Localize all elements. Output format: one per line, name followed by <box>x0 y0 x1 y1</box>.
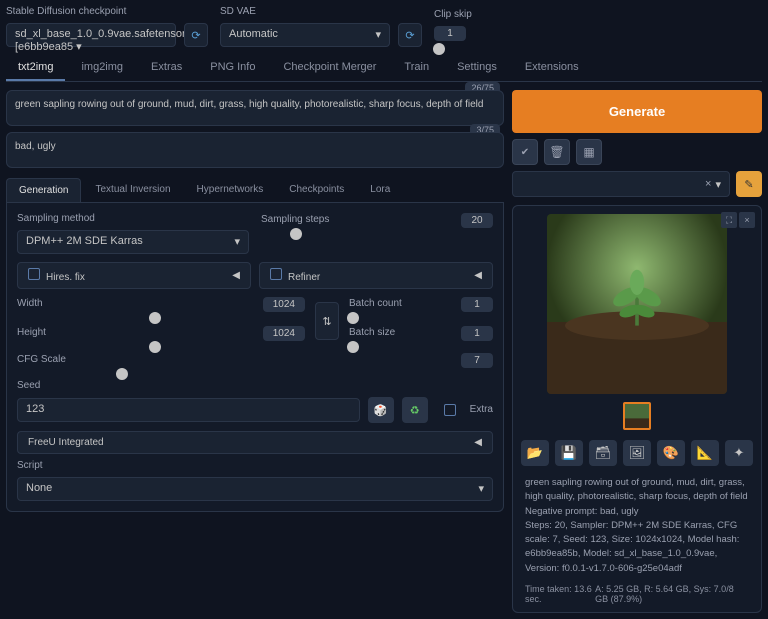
hires-fix-toggle[interactable]: Hires. fix◀ <box>17 262 251 289</box>
batch-size-value: 1 <box>461 326 493 341</box>
sampling-steps-label: Sampling steps <box>261 214 329 225</box>
zip-button[interactable]: 🗃 <box>589 440 617 466</box>
subtab-lora[interactable]: Lora <box>358 178 402 202</box>
chevron-left-icon: ◀ <box>232 270 240 281</box>
arrow-button[interactable]: ✔ <box>512 139 538 165</box>
fullscreen-icon[interactable]: ⛶ <box>721 212 737 228</box>
sampling-steps-value: 20 <box>461 213 493 228</box>
subtab-hypernetworks[interactable]: Hypernetworks <box>185 178 276 202</box>
cfg-value: 7 <box>461 353 493 368</box>
subtab-checkpoints[interactable]: Checkpoints <box>277 178 356 202</box>
sampling-method-select[interactable]: DPM++ 2M SDE Karras▾ <box>17 230 249 254</box>
seed-extra-checkbox[interactable] <box>444 404 456 416</box>
script-label: Script <box>17 460 493 471</box>
tab-pnginfo[interactable]: PNG Info <box>198 55 267 81</box>
chevron-left-icon: ◀ <box>474 437 482 448</box>
main-tabs: txt2img img2img Extras PNG Info Checkpoi… <box>6 55 762 82</box>
close-icon[interactable]: × <box>739 212 755 228</box>
subtab-generation[interactable]: Generation <box>6 178 81 202</box>
styles-select[interactable]: ×▾ <box>512 171 730 197</box>
send-extras-button[interactable]: 📐 <box>691 440 719 466</box>
clip-skip-value: 1 <box>434 26 466 41</box>
neg-prompt-input[interactable]: bad, ugly <box>6 132 504 168</box>
tab-txt2img[interactable]: txt2img <box>6 55 65 81</box>
clear-button[interactable]: 🗑 <box>544 139 570 165</box>
seed-random-button[interactable]: 🎲 <box>368 397 394 423</box>
clip-skip-label: Clip skip <box>434 9 554 20</box>
open-folder-button[interactable]: 📂 <box>521 440 549 466</box>
tab-train[interactable]: Train <box>392 55 441 81</box>
checkpoint-label: Stable Diffusion checkpoint <box>6 6 208 17</box>
width-label: Width <box>17 298 43 309</box>
refiner-toggle[interactable]: Refiner◀ <box>259 262 493 289</box>
send-inpaint-button[interactable]: 🎨 <box>657 440 685 466</box>
prompt-input[interactable]: green sapling rowing out of ground, mud,… <box>6 90 504 126</box>
checkpoint-refresh-icon[interactable]: ⟳ <box>184 23 208 47</box>
output-image[interactable] <box>547 214 727 394</box>
seed-label: Seed <box>17 380 493 391</box>
cfg-label: CFG Scale <box>17 354 66 365</box>
memory-usage: A: 5.25 GB, R: 5.64 GB, Sys: 7.0/8 GB (8… <box>595 584 749 604</box>
checkpoint-select[interactable]: sd_xl_base_1.0_0.9vae.safetensors [e6bb9… <box>6 23 176 47</box>
batch-count-label: Batch count <box>349 298 402 309</box>
freeu-toggle[interactable]: FreeU Integrated◀ <box>17 431 493 454</box>
tab-extensions[interactable]: Extensions <box>513 55 591 81</box>
seed-reuse-button[interactable]: ♻ <box>402 397 428 423</box>
output-thumbnail[interactable] <box>623 402 651 430</box>
save-button[interactable]: 💾 <box>555 440 583 466</box>
tab-checkpoint-merger[interactable]: Checkpoint Merger <box>271 55 388 81</box>
generate-button[interactable]: Generate <box>512 90 762 133</box>
sampling-method-label: Sampling method <box>17 213 249 224</box>
batch-count-value: 1 <box>461 297 493 312</box>
height-value: 1024 <box>263 326 305 341</box>
swap-dimensions-button[interactable]: ⇅ <box>315 302 339 340</box>
tab-settings[interactable]: Settings <box>445 55 509 81</box>
seed-input[interactable]: 123 <box>17 398 360 422</box>
vae-refresh-icon[interactable]: ⟳ <box>398 23 422 47</box>
output-info: green sapling rowing out of ground, mud,… <box>521 476 753 576</box>
subtab-textual-inversion[interactable]: Textual Inversion <box>83 178 182 202</box>
upscale-button[interactable]: ✦ <box>725 440 753 466</box>
time-taken: Time taken: 13.6 sec. <box>525 584 595 604</box>
script-select[interactable]: None▾ <box>17 477 493 501</box>
extra-button[interactable]: ▦ <box>576 139 602 165</box>
edit-styles-button[interactable]: ✎ <box>736 171 762 197</box>
vae-label: SD VAE <box>220 6 422 17</box>
send-img2img-button[interactable]: 🖼 <box>623 440 651 466</box>
batch-size-label: Batch size <box>349 327 395 338</box>
tab-extras[interactable]: Extras <box>139 55 194 81</box>
chevron-left-icon: ◀ <box>474 270 482 281</box>
sub-tabs: Generation Textual Inversion Hypernetwor… <box>6 178 504 203</box>
tab-img2img[interactable]: img2img <box>69 55 135 81</box>
height-label: Height <box>17 327 46 338</box>
seed-extra-label: Extra <box>470 404 493 415</box>
vae-select[interactable]: Automatic ▾ <box>220 23 390 47</box>
width-value: 1024 <box>263 297 305 312</box>
